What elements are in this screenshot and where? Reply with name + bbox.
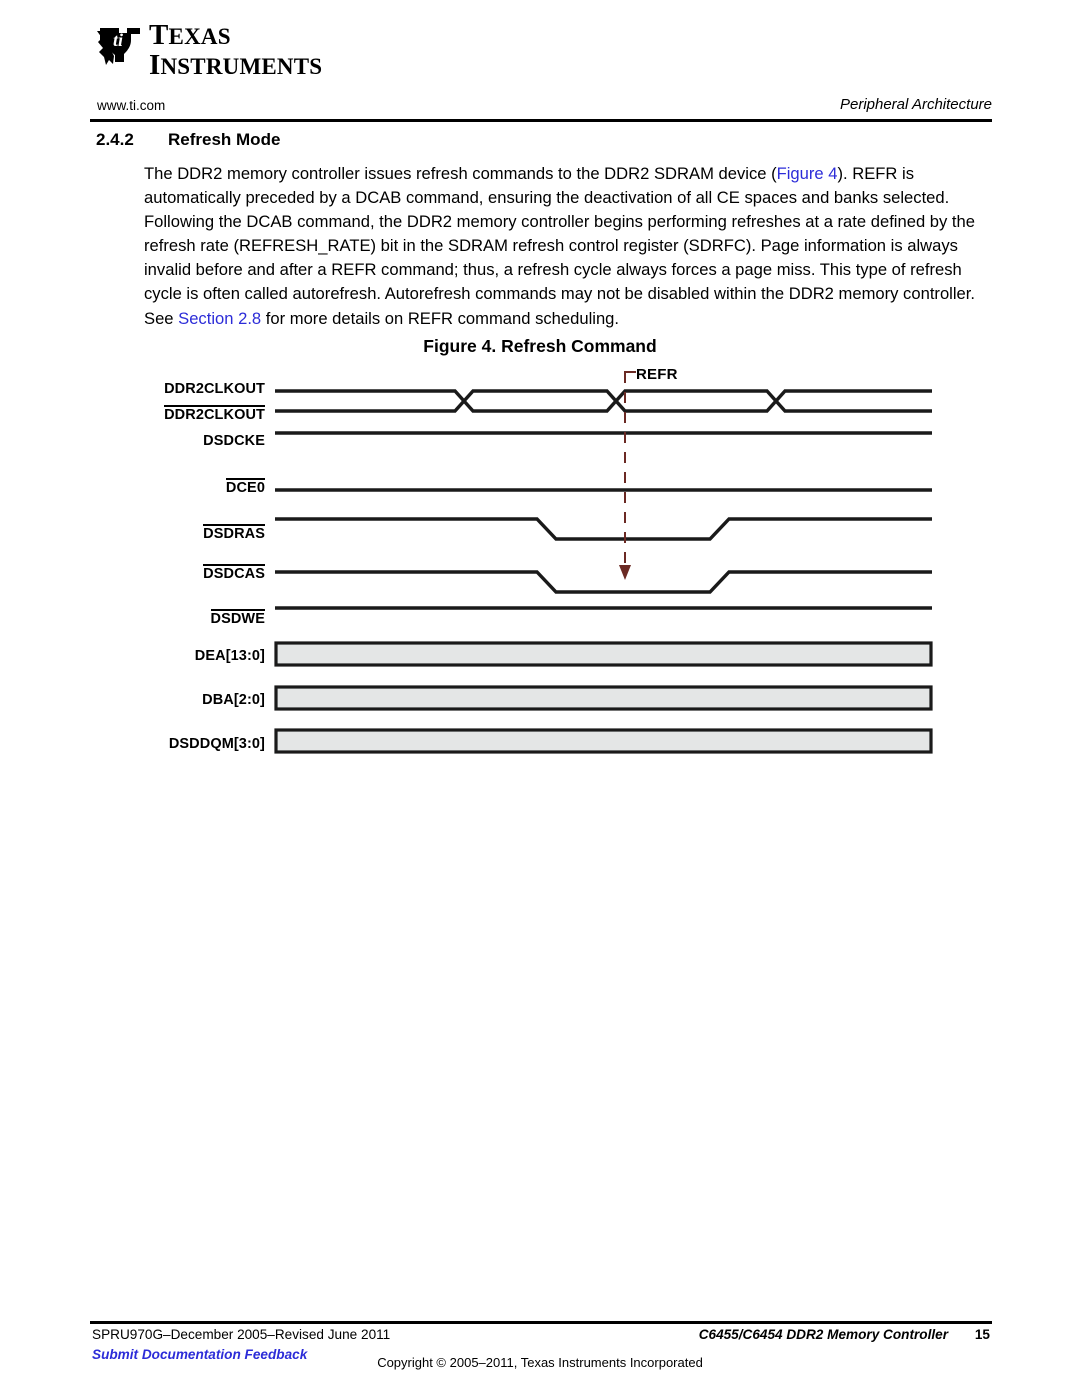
refr-marker bbox=[619, 371, 636, 580]
ti-logo-icon: ti bbox=[97, 28, 140, 65]
waveform-ddr2clkout bbox=[275, 389, 932, 413]
body-paragraph: The DDR2 memory controller issues refres… bbox=[144, 162, 997, 331]
refr-arrowhead bbox=[619, 565, 631, 580]
timing-diagram: DDR2CLKOUT DDR2CLKOUT DSDCKE DCE0 DSDRAS… bbox=[0, 360, 1080, 780]
body-text-0: The DDR2 memory controller issues refres… bbox=[144, 164, 777, 183]
footer-doc-id: SPRU970G–December 2005–Revised June 2011 bbox=[92, 1327, 391, 1342]
waveform-canvas bbox=[274, 371, 933, 754]
bus-waveforms bbox=[274, 641, 933, 754]
ti-logo-wordmark: TEXAS INSTRUMENTS bbox=[149, 19, 323, 81]
logo-line-instruments: INSTRUMENTS bbox=[149, 48, 323, 81]
bus-dea bbox=[274, 641, 933, 667]
bus-dba bbox=[274, 685, 933, 711]
waveform-dsdcas bbox=[275, 570, 932, 594]
page-title: Refresh Mode bbox=[168, 130, 281, 149]
svg-text:ti: ti bbox=[113, 30, 123, 50]
header-rule bbox=[90, 119, 992, 122]
footer-rule bbox=[90, 1321, 992, 1324]
footer-copyright: Copyright © 2005–2011, Texas Instruments… bbox=[377, 1355, 703, 1370]
body-text-4: for more details on REFR command schedul… bbox=[261, 308, 620, 328]
waveform-dsdras bbox=[275, 517, 932, 541]
header-url: www.ti.com bbox=[97, 98, 166, 113]
footer-running-title: C6455/C6454 DDR2 Memory Controller bbox=[698, 1327, 948, 1342]
logo-line-texas: TEXAS bbox=[149, 19, 231, 51]
body-link-1[interactable]: Figure 4 bbox=[777, 164, 838, 183]
section-number: 2.4.2 bbox=[96, 130, 134, 149]
header-running-title: Peripheral Architecture bbox=[839, 96, 992, 113]
ti-logo: ti TEXAS INSTRUMENTS bbox=[97, 20, 397, 79]
body-text-2: ). REFR is automatically preceded by a D… bbox=[144, 164, 980, 328]
figure-caption: Figure 4. Refresh Command bbox=[423, 336, 657, 356]
bus-dsddqm bbox=[274, 728, 933, 754]
footer-page-number: 15 bbox=[974, 1327, 990, 1342]
body-link-3[interactable]: Section 2.8 bbox=[178, 309, 261, 328]
document-page: ti TEXAS INSTRUMENTS www.ti.com Peripher… bbox=[0, 0, 1080, 1397]
waveform-ddr2clkout-bar bbox=[275, 389, 932, 413]
